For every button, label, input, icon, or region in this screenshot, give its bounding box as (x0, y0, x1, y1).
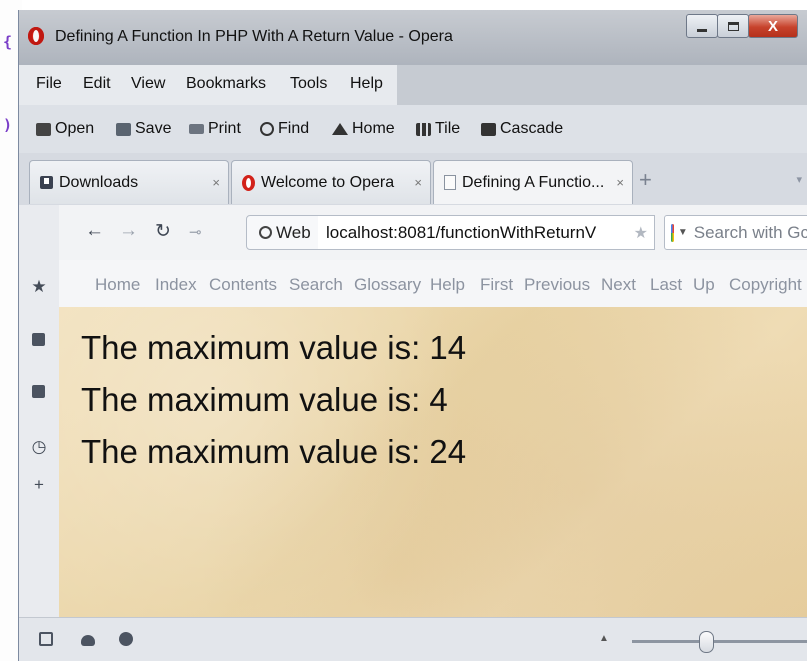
menu-file[interactable]: File (36, 75, 62, 93)
globe-icon (259, 226, 272, 239)
opera-logo-icon (28, 27, 44, 45)
navlink-index[interactable]: Index (155, 275, 197, 295)
navlink-last[interactable]: Last (650, 275, 682, 295)
editor-paren: ) (3, 116, 13, 134)
open-button[interactable]: Open (36, 120, 94, 138)
bookmarks-star-icon[interactable]: ★ (30, 277, 48, 297)
browser-window: Defining A Function In PHP With A Return… (18, 10, 807, 661)
menu-bar: File Edit View Bookmarks Tools Help (19, 65, 397, 105)
new-tab-button[interactable]: + (639, 167, 652, 193)
tab-label: Downloads (59, 173, 139, 191)
editor-brace: { (3, 33, 13, 51)
web-info-button[interactable]: Web (246, 215, 320, 250)
address-input[interactable]: localhost:8081/functionWithReturnV ★ (318, 215, 655, 250)
toolbar: Open Save Print Find Home Tile Cascade (19, 105, 807, 153)
navlink-search[interactable]: Search (289, 275, 343, 295)
tile-icon (416, 122, 431, 136)
side-panel: ★ ◷ + (19, 205, 60, 617)
result-line: The maximum value is: 14 (81, 329, 467, 366)
menu-bookmarks[interactable]: Bookmarks (186, 75, 266, 93)
navlink-previous[interactable]: Previous (524, 275, 590, 295)
tab-strip: Downloads × Welcome to Opera × Defining … (19, 153, 807, 205)
navlink-copyright[interactable]: Copyright (729, 275, 802, 295)
tab-menu-chevron-icon[interactable]: ▾ (796, 173, 802, 186)
url-text: localhost:8081/functionWithReturnV (326, 222, 597, 242)
close-button[interactable]: X (748, 14, 798, 38)
result-line: The maximum value is: 4 (81, 381, 448, 418)
search-input[interactable]: ▼ Search with Gc (664, 215, 807, 250)
forward-arrow-icon[interactable]: → (119, 220, 138, 242)
find-button[interactable]: Find (260, 120, 309, 138)
menu-view[interactable]: View (131, 75, 165, 93)
navlink-home[interactable]: Home (95, 275, 140, 295)
zoom-slider-track[interactable] (632, 640, 807, 643)
history-clock-icon[interactable]: ◷ (30, 437, 48, 457)
opera-unite-icon[interactable] (81, 635, 95, 646)
window-controls: X (686, 14, 798, 38)
save-icon (116, 122, 131, 136)
address-bar-row: ← → ↻ ⊸ Web localhost:8081/functionWithR… (59, 205, 807, 260)
browser-body: ★ ◷ + ← → ↻ ⊸ Web localhost:8081/functio… (19, 205, 807, 661)
tile-button[interactable]: Tile (416, 120, 460, 138)
downloads-panel-icon[interactable] (32, 385, 45, 398)
turbo-icon[interactable] (119, 632, 133, 646)
save-button[interactable]: Save (116, 120, 171, 138)
web-label: Web (276, 222, 311, 242)
search-placeholder: Search with Gc (693, 222, 807, 242)
tab-defining-a-function[interactable]: Defining A Functio... × (433, 160, 633, 204)
tab-label: Welcome to Opera (261, 173, 395, 191)
navigation-links-bar: Home Index Contents Search Glossary Help… (59, 260, 807, 308)
tab-welcome-to-opera[interactable]: Welcome to Opera × (231, 160, 431, 204)
minimize-icon (697, 28, 707, 32)
add-panel-icon[interactable]: + (30, 475, 48, 495)
zoom-slider-handle[interactable] (699, 631, 714, 653)
result-line: The maximum value is: 24 (81, 433, 467, 470)
menu-edit[interactable]: Edit (83, 75, 111, 93)
navlink-first[interactable]: First (480, 275, 513, 295)
back-arrow-icon[interactable]: ← (85, 220, 104, 242)
search-engine-chevron-icon[interactable]: ▼ (678, 227, 688, 238)
tab-close-icon[interactable]: × (616, 175, 624, 190)
tab-downloads[interactable]: Downloads × (29, 160, 229, 204)
google-icon (671, 223, 674, 242)
downloads-icon (40, 176, 53, 189)
tab-close-icon[interactable]: × (414, 175, 422, 190)
navlink-help[interactable]: Help (430, 275, 465, 295)
panel-toggle-icon[interactable] (39, 632, 53, 646)
status-bar: ▲ (19, 617, 807, 661)
page-icon (444, 175, 456, 190)
navlink-glossary[interactable]: Glossary (354, 275, 421, 295)
print-icon (189, 124, 204, 134)
home-icon (332, 123, 348, 135)
menu-bar-background (397, 65, 807, 105)
cascade-button[interactable]: Cascade (481, 120, 563, 138)
cascade-icon (481, 122, 496, 136)
bookmark-star-icon[interactable]: ★ (634, 223, 648, 243)
opera-icon (242, 174, 255, 191)
page-content: The maximum value is: 14 The maximum val… (59, 307, 807, 617)
minimize-button[interactable] (686, 14, 718, 38)
folder-icon (36, 122, 51, 136)
title-bar[interactable]: Defining A Function In PHP With A Return… (19, 10, 807, 65)
window-title: Defining A Function In PHP With A Return… (55, 28, 453, 45)
print-button[interactable]: Print (189, 120, 241, 138)
maximize-button[interactable] (717, 14, 749, 38)
tab-label: Defining A Functio... (462, 173, 605, 191)
menu-tools[interactable]: Tools (290, 75, 327, 93)
maximize-icon (727, 21, 739, 31)
key-icon[interactable]: ⊸ (189, 223, 202, 241)
menu-help[interactable]: Help (350, 75, 383, 93)
navlink-up[interactable]: Up (693, 275, 715, 295)
home-button[interactable]: Home (332, 120, 395, 138)
close-icon: X (767, 17, 778, 35)
navlink-contents[interactable]: Contents (209, 275, 277, 295)
navlink-next[interactable]: Next (601, 275, 636, 295)
zoom-up-arrow-icon[interactable]: ▲ (599, 633, 609, 644)
reload-icon[interactable]: ↻ (155, 220, 171, 243)
notes-icon[interactable] (32, 333, 45, 346)
find-icon (260, 122, 274, 136)
tab-close-icon[interactable]: × (212, 175, 220, 190)
